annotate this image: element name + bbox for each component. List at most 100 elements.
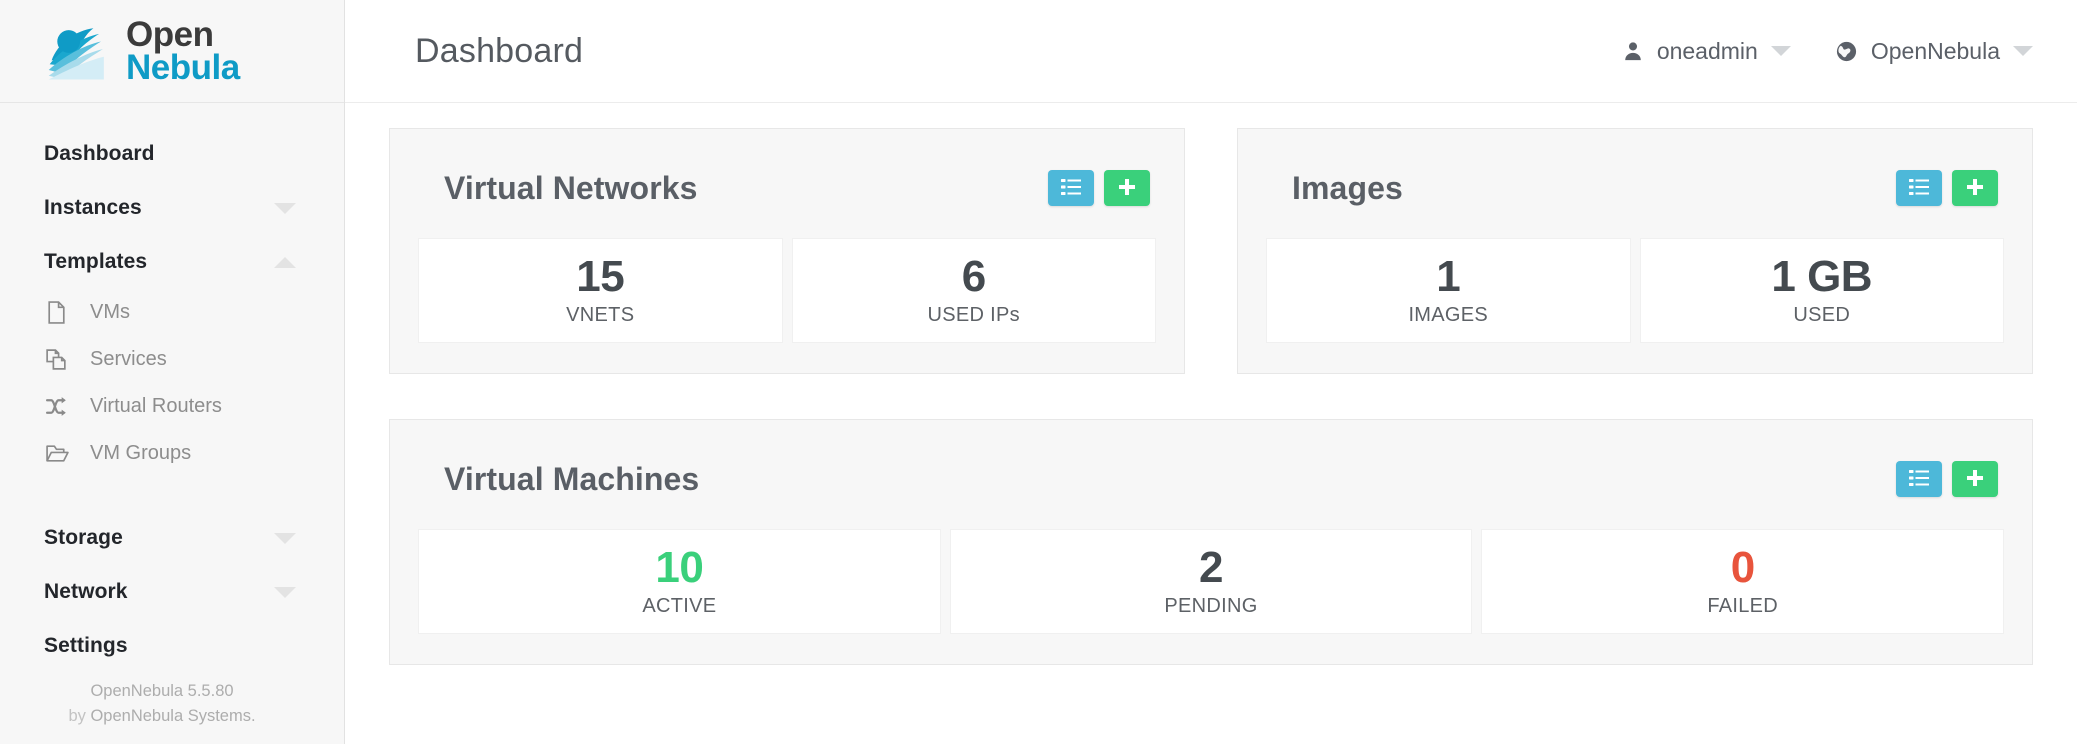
card-virtual-networks: Virtual Networks 15 VNETS 6 USED IPs [389,128,1185,374]
list-button[interactable] [1048,170,1094,206]
card-title: Virtual Networks [444,169,698,206]
stat-value: 2 [1199,542,1223,592]
card-header: Images [1266,157,2004,219]
list-icon [1909,469,1929,489]
stat-tile[interactable]: 10 ACTIVE [418,529,941,634]
card-tiles: 1 IMAGES 1 GB USED [1266,238,2004,343]
card-virtual-machines: Virtual Machines 10 ACTIVE 2 PENDING 0 F… [389,419,2033,665]
sidebar-item-vm-groups[interactable]: VM Groups [0,430,344,477]
sidebar-item-label: Services [90,348,167,370]
dashboard-content: Virtual Networks 15 VNETS 6 USED IPs Ima… [345,103,2077,665]
document-icon [44,299,78,327]
user-icon [1622,40,1644,62]
card-header: Virtual Machines [418,448,2004,510]
sidebar-item-label: Virtual Routers [90,395,222,417]
stat-value: 1 GB [1771,251,1873,301]
sidebar-item-label: VMs [90,301,130,323]
stat-value: 1 [1436,251,1461,301]
sidebar-item-instances[interactable]: Instances [0,181,344,235]
chevron-up-icon[interactable] [274,256,296,268]
stat-label: USED IPs [927,304,1020,327]
create-button[interactable] [1952,170,1998,206]
list-button[interactable] [1896,170,1942,206]
card-actions [1896,170,1998,206]
stat-value: 10 [655,542,704,592]
sidebar-item-dashboard[interactable]: Dashboard [0,127,344,181]
stat-label: USED [1793,304,1851,327]
stat-tile[interactable]: 0 FAILED [1481,529,2005,634]
stat-tile[interactable]: 6 USED IPs [791,238,1156,343]
sidebar-item-services[interactable]: Services [0,336,344,383]
sidebar-item-label: Dashboard [44,142,155,165]
shuffle-icon [44,393,78,421]
sidebar-item-network[interactable]: Network [0,565,344,619]
stat-tile[interactable]: 1 IMAGES [1266,238,1631,343]
globe-icon [1835,40,1858,63]
card-actions [1048,170,1150,206]
logo-wordmark: Open Nebula [126,14,240,86]
sidebar-item-label: Settings [44,634,128,657]
stat-value: 0 [1730,542,1755,592]
vendor-label: by OpenNebula Systems. [0,704,324,730]
plus-icon [1966,178,1984,199]
sidebar-nav: Dashboard Instances Templates VMs Servic… [0,103,344,673]
sidebar-item-label: Templates [44,250,148,273]
sidebar-item-templates[interactable]: Templates [0,235,344,289]
chevron-down-icon[interactable] [1770,46,1791,56]
chevron-down-icon[interactable] [274,532,296,544]
dashboard-page: Open Nebula Dashboard Instances Template… [0,0,2077,744]
sidebar-item-label: Instances [44,196,142,219]
card-images: Images 1 IMAGES 1 GB USED [1237,128,2033,374]
logo-text-open: Open [126,14,214,54]
dashboard-row-bottom: Virtual Machines 10 ACTIVE 2 PENDING 0 F… [389,374,2033,665]
stat-label: IMAGES [1408,304,1489,327]
stat-label: ACTIVE [642,595,717,618]
sidebar-item-label: Storage [44,526,123,549]
stat-tile[interactable]: 2 PENDING [949,529,1473,634]
stat-label: VNETS [566,304,635,327]
card-actions [1896,461,1998,497]
copy-pages-icon [44,346,78,374]
sidebar-item-label: VM Groups [90,442,192,464]
logo[interactable]: Open Nebula [0,0,344,103]
stat-tile[interactable]: 15 VNETS [418,238,783,343]
version-label: OpenNebula 5.5.80 [90,681,234,700]
zone-menu[interactable]: OpenNebula [1835,38,2033,65]
stat-value: 15 [576,251,625,301]
card-tiles: 10 ACTIVE 2 PENDING 0 FAILED [418,529,2005,634]
sidebar-item-vms[interactable]: VMs [0,289,344,336]
top-bar-right: oneadmin OpenNebula [1622,38,2033,65]
card-tiles: 15 VNETS 6 USED IPs [418,238,1156,343]
dashboard-row-top: Virtual Networks 15 VNETS 6 USED IPs Ima… [389,128,2033,374]
chevron-down-icon[interactable] [274,586,296,598]
vendor-by-prefix: by [68,707,86,726]
zone-menu-label: OpenNebula [1870,37,2000,64]
card-title: Images [1292,169,1403,206]
plus-icon [1118,178,1136,199]
card-header: Virtual Networks [418,157,1156,219]
list-icon [1061,178,1081,198]
stat-label: FAILED [1707,595,1779,618]
chevron-down-icon[interactable] [274,202,296,214]
sidebar: Open Nebula Dashboard Instances Template… [0,0,345,744]
user-menu[interactable]: oneadmin [1622,38,1791,65]
user-menu-label: oneadmin [1656,37,1758,64]
top-bar: Dashboard oneadmin OpenNebula [345,0,2077,103]
plus-icon [1966,469,1984,490]
create-button[interactable] [1104,170,1150,206]
sidebar-footer: OpenNebula 5.5.80 by OpenNebula Systems. [0,679,344,730]
sidebar-item-label: Network [44,580,128,603]
stat-tile[interactable]: 1 GB USED [1639,238,2004,343]
create-button[interactable] [1952,461,1998,497]
main-content: Dashboard oneadmin OpenNebula Virtual Ne… [345,0,2077,744]
sidebar-item-virtual-routers[interactable]: Virtual Routers [0,383,344,430]
chevron-down-icon[interactable] [2013,46,2033,56]
list-button[interactable] [1896,461,1942,497]
sidebar-item-storage[interactable]: Storage [0,511,344,565]
opennebula-logo-icon [44,20,120,82]
folder-open-icon [44,440,78,468]
sidebar-item-settings[interactable]: Settings [0,619,344,673]
list-icon [1909,178,1929,198]
sidebar-divider-spacer [0,477,344,511]
card-title: Virtual Machines [444,460,700,497]
